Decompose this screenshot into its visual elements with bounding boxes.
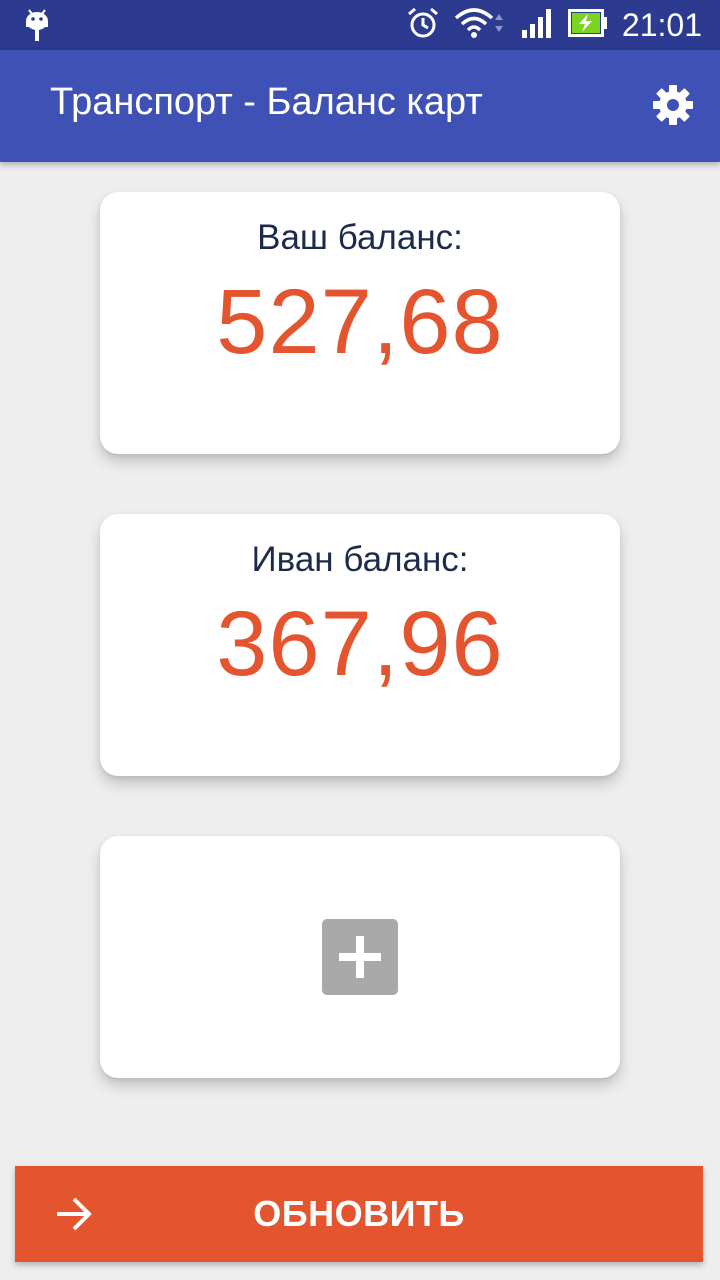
gear-icon: [653, 85, 693, 125]
balance-card-value: 367,96: [216, 593, 504, 695]
alarm-icon: [406, 6, 440, 45]
refresh-button[interactable]: ОБНОВИТЬ: [15, 1166, 703, 1262]
balance-card-value: 527,68: [216, 271, 504, 373]
balance-card-label: Иван баланс:: [251, 540, 469, 579]
status-bar: 21:01: [0, 0, 720, 50]
app-bar: Транспорт - Баланс карт: [0, 50, 720, 162]
add-card-button[interactable]: [100, 836, 620, 1078]
balance-card[interactable]: Ваш баланс: 527,68: [100, 192, 620, 454]
android-icon: [22, 8, 52, 47]
app-title: Транспорт - Баланс карт: [50, 80, 483, 123]
battery-charging-icon: [567, 8, 608, 43]
plus-icon: [322, 919, 398, 995]
refresh-button-label: ОБНОВИТЬ: [253, 1193, 465, 1234]
wifi-icon: [454, 6, 506, 45]
signal-icon: [520, 6, 554, 45]
status-icons: 21:01: [406, 0, 702, 50]
status-time: 21:01: [621, 6, 702, 43]
settings-button[interactable]: [650, 82, 696, 128]
balance-card[interactable]: Иван баланс: 367,96: [100, 514, 620, 776]
balance-card-label: Ваш баланс:: [257, 218, 463, 257]
